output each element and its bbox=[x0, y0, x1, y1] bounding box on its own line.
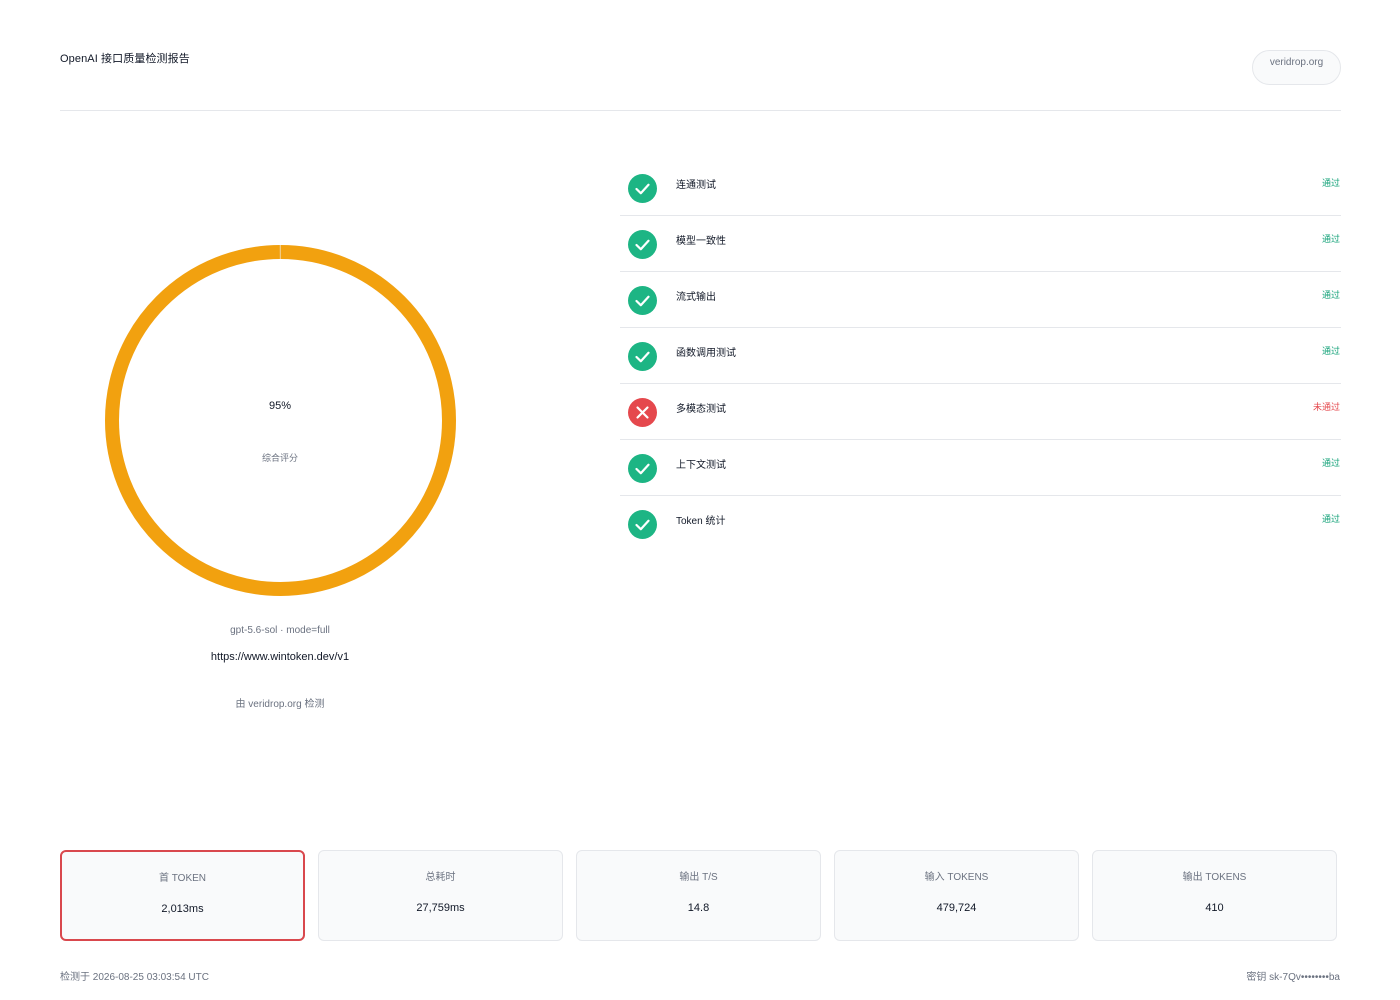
check-status: 通过 bbox=[1321, 458, 1340, 468]
domain-badge[interactable]: veridrop.org bbox=[1252, 50, 1341, 85]
check-row: 模型一致性 通过 bbox=[620, 216, 1341, 272]
metric-value: 14.8 bbox=[687, 902, 710, 914]
metric-card-first-token[interactable]: 首 TOKEN 2,013ms bbox=[60, 850, 305, 941]
check-status: 通过 bbox=[1321, 234, 1340, 244]
check-pass-icon bbox=[628, 230, 657, 259]
metric-value: 2,013ms bbox=[161, 903, 204, 915]
metric-label: 输入 TOKENS bbox=[924, 872, 989, 883]
score-ring-arc bbox=[105, 245, 456, 596]
metric-label: 总耗时 bbox=[425, 872, 456, 883]
check-fail-icon bbox=[628, 398, 657, 427]
score-label: 综合评分 bbox=[261, 453, 298, 463]
page-header: OpenAI 接口质量检测报告 veridrop.org bbox=[60, 0, 1341, 111]
check-row: 多模态测试 未通过 bbox=[620, 384, 1341, 440]
metric-label: 输出 TOKENS bbox=[1182, 872, 1247, 883]
check-name: 函数调用测试 bbox=[676, 348, 736, 359]
metric-card-total-time[interactable]: 总耗时 27,759ms bbox=[318, 850, 563, 941]
check-name: 流式输出 bbox=[676, 292, 716, 303]
metric-value: 27,759ms bbox=[416, 902, 465, 914]
check-status: 通过 bbox=[1321, 290, 1340, 300]
check-pass-icon bbox=[628, 510, 657, 539]
model-info: gpt-5.6-sol · mode=full bbox=[230, 625, 330, 636]
metric-value: 479,724 bbox=[936, 902, 977, 914]
metric-value: 410 bbox=[1205, 902, 1224, 914]
check-row: 函数调用测试 通过 bbox=[620, 328, 1341, 384]
metric-card-input-tokens[interactable]: 输入 TOKENS 479,724 bbox=[834, 850, 1079, 941]
check-status: 未通过 bbox=[1312, 402, 1340, 412]
score-ring bbox=[105, 245, 456, 596]
check-pass-icon bbox=[628, 342, 657, 371]
metric-card-output-tps[interactable]: 输出 T/S 14.8 bbox=[576, 850, 821, 941]
check-row: Token 统计 通过 bbox=[620, 496, 1341, 552]
check-pass-icon bbox=[628, 174, 657, 203]
check-status: 通过 bbox=[1321, 178, 1340, 188]
check-pass-icon bbox=[628, 454, 657, 483]
metric-card-output-tokens[interactable]: 输出 TOKENS 410 bbox=[1092, 850, 1337, 941]
check-status: 通过 bbox=[1321, 346, 1340, 356]
check-list: 连通测试 通过 模型一致性 通过 流式输出 通过 函数调用测试 通过 多模态测试… bbox=[620, 160, 1341, 552]
check-name: Token 统计 bbox=[676, 516, 726, 527]
check-row: 上下文测试 通过 bbox=[620, 440, 1341, 496]
check-name: 上下文测试 bbox=[676, 460, 726, 471]
score-panel: 95% 综合评分 gpt-5.6-sol · mode=full https:/… bbox=[60, 111, 500, 751]
metric-label: 输出 T/S bbox=[679, 872, 718, 883]
check-name: 模型一致性 bbox=[676, 236, 726, 247]
check-status: 通过 bbox=[1321, 514, 1340, 524]
check-name: 多模态测试 bbox=[676, 404, 726, 415]
check-name: 连通测试 bbox=[676, 180, 716, 191]
check-pass-icon bbox=[628, 286, 657, 315]
report-title: OpenAI 接口质量检测报告 bbox=[60, 53, 190, 65]
source-note: 由 veridrop.org 检测 bbox=[235, 699, 325, 710]
metrics-row: 首 TOKEN 2,013ms 总耗时 27,759ms 输出 T/S 14.8… bbox=[60, 850, 1338, 941]
check-row: 连通测试 通过 bbox=[620, 160, 1341, 216]
footer-key: 密钥 sk-7Qv••••••••ba bbox=[1246, 972, 1340, 983]
metric-label: 首 TOKEN bbox=[158, 873, 207, 884]
endpoint-url[interactable]: https://www.wintoken.dev/v1 bbox=[60, 651, 500, 663]
footer-timestamp: 检测于 2026-08-25 03:03:54 UTC bbox=[60, 972, 209, 983]
check-row: 流式输出 通过 bbox=[620, 272, 1341, 328]
score-value: 95% bbox=[268, 400, 292, 412]
